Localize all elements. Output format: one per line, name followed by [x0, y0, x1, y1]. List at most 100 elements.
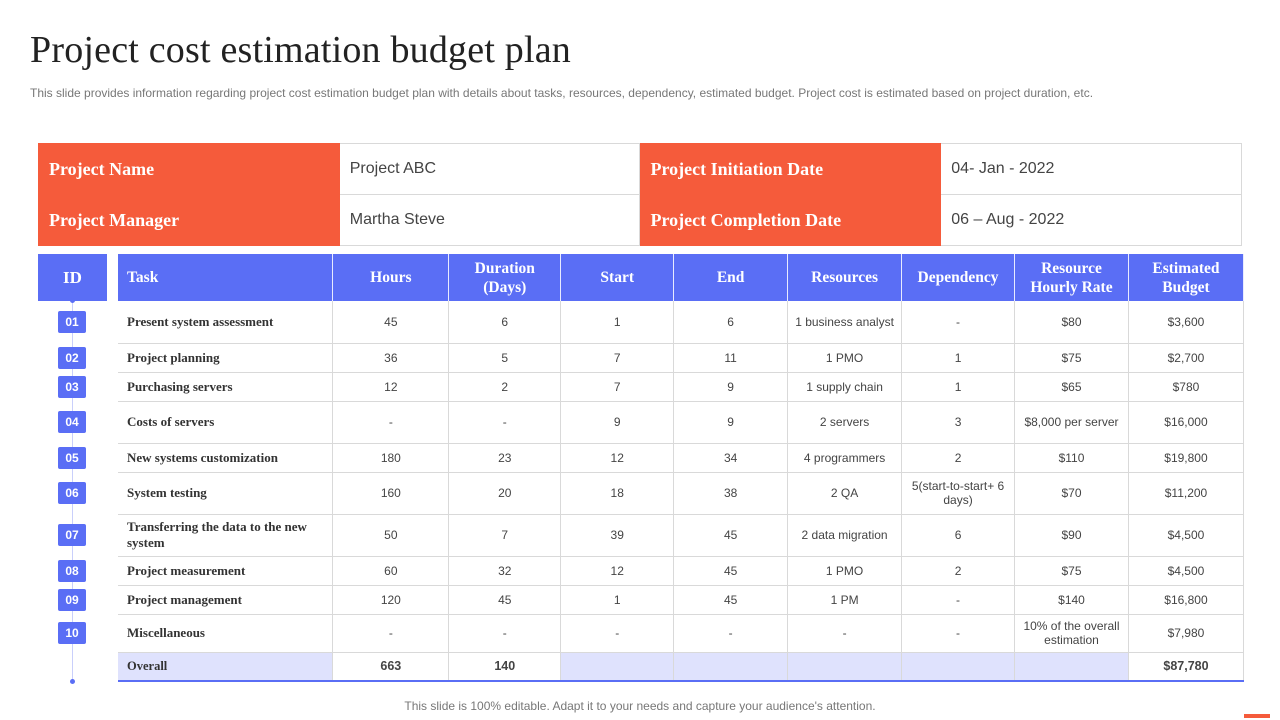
- page-title: Project cost estimation budget plan: [30, 29, 572, 71]
- project-name-value: Project ABC: [338, 143, 641, 195]
- cell-dependency: 6: [901, 514, 1016, 557]
- cell-hours: 50: [332, 514, 450, 557]
- cell-estimated-budget: $2,700: [1128, 343, 1245, 373]
- overall-row: Overall 663 140 $87,780: [118, 652, 1245, 682]
- info-row: Project Manager Martha Steve Project Com…: [38, 194, 1242, 246]
- cell-hourly-rate: $80: [1014, 301, 1129, 344]
- cell-hours: 36: [332, 343, 450, 373]
- table-row: Transferring the data to the new system 5…: [118, 514, 1245, 557]
- cell-estimated-budget: $3,600: [1128, 301, 1245, 344]
- overall-label: Overall: [118, 652, 334, 682]
- footer-note: This slide is 100% editable. Adapt it to…: [404, 699, 876, 713]
- project-manager-label: Project Manager: [38, 194, 340, 246]
- cell-resources: 4 programmers: [787, 443, 903, 473]
- cell-hours: 60: [332, 556, 450, 586]
- cell-end: 9: [673, 372, 789, 402]
- cell-hourly-rate: $110: [1014, 443, 1129, 473]
- table-row: Present system assessment 45 6 1 6 1 business…: [118, 301, 1245, 344]
- column-header-task: Task: [118, 254, 334, 301]
- cell-hours: -: [332, 401, 450, 444]
- cell-resources: 2 QA: [787, 472, 903, 515]
- info-row: Project Name Project ABC Project Initiat…: [38, 143, 1242, 195]
- cell-task: Costs of servers: [118, 401, 334, 444]
- page-subtitle: This slide provides information regardin…: [30, 86, 1094, 100]
- cell-resources: 1 PM: [787, 585, 903, 615]
- initiation-date-value: 04- Jan - 2022: [940, 143, 1242, 195]
- cell-hourly-rate: 10% of the overall estimation: [1014, 614, 1129, 653]
- cell-resources: 2 servers: [787, 401, 903, 444]
- cell-duration: 32: [448, 556, 562, 586]
- timeline-dot: [70, 298, 75, 303]
- cell-duration: 5: [448, 343, 562, 373]
- row-id-badge: 06: [58, 482, 86, 504]
- timeline-dot: [70, 679, 75, 684]
- table-body: Present system assessment 45 6 1 6 1 business…: [118, 301, 1245, 653]
- cell-estimated-budget: $16,000: [1128, 401, 1245, 444]
- completion-date-value: 06 – Aug - 2022: [940, 194, 1242, 246]
- column-header-resources: Resources: [787, 254, 903, 301]
- cell-end: 38: [673, 472, 789, 515]
- table-row: Project management 120 45 1 45 1 PM - $140 $16,8…: [118, 585, 1245, 615]
- cell-duration: 6: [448, 301, 562, 344]
- cell-dependency: -: [901, 585, 1016, 615]
- cell-end: 45: [673, 514, 789, 557]
- column-header-hours: Hours: [332, 254, 450, 301]
- overall-empty-cell: [787, 652, 903, 682]
- row-id-badge: 09: [58, 589, 86, 611]
- overall-hours: 663: [332, 652, 450, 682]
- cell-duration: 7: [448, 514, 562, 557]
- cell-task: Miscellaneous: [118, 614, 334, 653]
- cell-hourly-rate: $8,000 per server: [1014, 401, 1129, 444]
- column-header-duration: Duration (Days): [448, 254, 562, 301]
- row-id-badge: 03: [58, 376, 86, 398]
- cell-hours: 160: [332, 472, 450, 515]
- cell-end: 45: [673, 556, 789, 586]
- row-id-badge: 01: [58, 311, 86, 333]
- cell-hours: 180: [332, 443, 450, 473]
- table-row: Project planning 36 5 7 11 1 PMO 1 $75 $2,700: [118, 343, 1245, 373]
- project-info-table: Project Name Project ABC Project Initiat…: [38, 143, 1242, 246]
- cell-duration: 45: [448, 585, 562, 615]
- cell-dependency: 1: [901, 343, 1016, 373]
- cell-resources: 1 business analyst: [787, 301, 903, 344]
- cell-task: System testing: [118, 472, 334, 515]
- table-row: Project measurement 60 32 12 45 1 PMO 2 $75 $4,5…: [118, 556, 1245, 586]
- cell-task: Project management: [118, 585, 334, 615]
- corner-accent: [1244, 714, 1270, 718]
- cell-dependency: 1: [901, 372, 1016, 402]
- cell-hourly-rate: $70: [1014, 472, 1129, 515]
- column-header-hourly-rate: Resource Hourly Rate: [1014, 254, 1129, 301]
- cell-task: New systems customization: [118, 443, 334, 473]
- cell-dependency: 5(start-to-start+ 6 days): [901, 472, 1016, 515]
- cell-end: 11: [673, 343, 789, 373]
- cell-resources: 1 supply chain: [787, 372, 903, 402]
- overall-empty-cell: [560, 652, 675, 682]
- cell-duration: 20: [448, 472, 562, 515]
- cell-resources: 2 data migration: [787, 514, 903, 557]
- cell-end: 34: [673, 443, 789, 473]
- cell-duration: -: [448, 614, 562, 653]
- row-id-badge: 08: [58, 560, 86, 582]
- cell-hours: 12: [332, 372, 450, 402]
- cell-start: 18: [560, 472, 675, 515]
- cell-task: Purchasing servers: [118, 372, 334, 402]
- completion-date-label: Project Completion Date: [639, 194, 942, 246]
- row-id-badge: 05: [58, 447, 86, 469]
- cell-estimated-budget: $16,800: [1128, 585, 1245, 615]
- project-name-label: Project Name: [38, 143, 340, 195]
- cell-resources: 1 PMO: [787, 556, 903, 586]
- table-row: System testing 160 20 18 38 2 QA 5(start-to-st…: [118, 472, 1245, 515]
- cell-start: 1: [560, 585, 675, 615]
- cell-task: Project measurement: [118, 556, 334, 586]
- budget-table: Task Hours Duration (Days) Start End Res…: [118, 254, 1245, 682]
- initiation-date-label: Project Initiation Date: [639, 143, 942, 195]
- overall-duration: 140: [448, 652, 562, 682]
- cell-start: 12: [560, 443, 675, 473]
- cell-duration: 2: [448, 372, 562, 402]
- column-header-dependency: Dependency: [901, 254, 1016, 301]
- column-header-start: Start: [560, 254, 675, 301]
- table-row: New systems customization 180 23 12 34 4 prog…: [118, 443, 1245, 473]
- cell-dependency: -: [901, 301, 1016, 344]
- cell-hours: 45: [332, 301, 450, 344]
- cell-hourly-rate: $140: [1014, 585, 1129, 615]
